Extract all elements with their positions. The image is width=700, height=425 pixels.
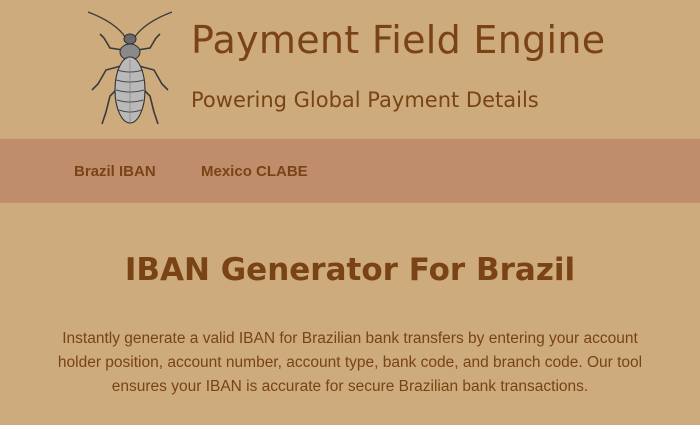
site-subtitle: Powering Global Payment Details: [191, 88, 539, 112]
main-nav: Brazil IBAN Mexico CLABE: [0, 139, 700, 203]
nav-link-brazil-iban[interactable]: Brazil IBAN: [74, 163, 156, 180]
site-header: Payment Field Engine Powering Global Pay…: [0, 0, 700, 139]
nav-link-mexico-clabe[interactable]: Mexico CLABE: [201, 163, 308, 180]
beetle-icon[interactable]: [82, 8, 178, 130]
intro-paragraph: Instantly generate a valid IBAN for Braz…: [57, 330, 643, 395]
page-title: IBAN Generator For Brazil: [124, 252, 576, 288]
site-title: Payment Field Engine: [191, 18, 606, 62]
